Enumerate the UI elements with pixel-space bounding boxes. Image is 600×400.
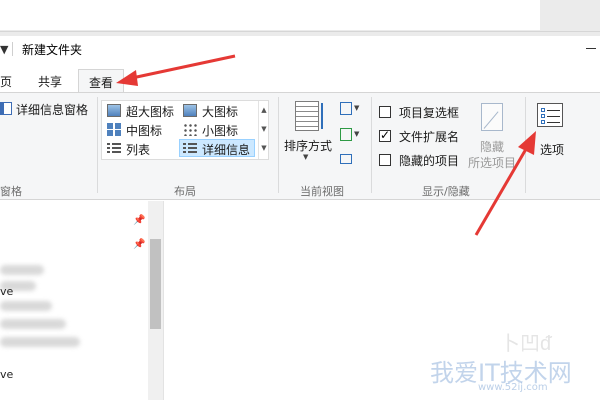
details-pane-label: 详细信息窗格 [16,103,89,117]
background-window-content [0,0,540,30]
layout-extra-large-icons[interactable]: 超大图标 [104,102,178,120]
watermark: 卜凹ᵭ 我爱IT技术网 www.52ij.com [380,325,600,400]
minimize-icon [586,48,596,49]
scroll-up-icon[interactable]: ▲ [259,101,269,120]
layout-large-icons[interactable]: 大图标 [180,102,254,120]
blurred-item [0,265,44,275]
chevron-down-icon: ▼ [303,153,309,161]
minimize-button[interactable] [584,41,600,55]
large-icons-icon [183,104,197,117]
watermark-text: 我爱IT技术网 [430,359,572,387]
group-by-button[interactable]: ▼ [340,101,362,117]
options-button[interactable]: 选项 [530,101,570,157]
hide-selected-button[interactable]: 隐藏 所选项目 [466,101,520,171]
sort-by-label: 排序方式 [284,139,333,153]
tab-home[interactable]: 页 [0,69,12,93]
chevron-down-icon: ▼ [354,104,360,112]
details-icon [183,142,197,155]
title-separator [12,42,13,56]
blurred-item [0,337,80,347]
title-bar: ▼ 新建文件夹 [0,36,600,64]
checkbox[interactable] [379,106,391,118]
hide-selected-label-2: 所选项目 [468,156,517,170]
layout-small-icons[interactable]: 小图标 [180,121,254,139]
layout-details[interactable]: 详细信息 [179,139,255,157]
pane-group-label: 窗格 [0,185,22,198]
size-columns-icon [340,154,352,164]
group-separator [371,97,372,193]
details-pane-icon [0,102,12,115]
group-separator [97,97,98,193]
add-columns-button[interactable]: ▼ [340,127,362,143]
ribbon-tabs: 页 共享 查看 [0,64,600,93]
list-icon [107,142,121,155]
quick-access-dropdown[interactable]: ▼ [0,43,8,56]
watermark-url: www.52ij.com [478,382,548,393]
hide-selected-icon [481,103,503,131]
current-view-group-label: 当前视图 [300,185,344,198]
watermark-logo: 卜凹ᵭ [500,331,552,355]
pin-icon[interactable]: 📌 [133,215,145,226]
layout-group-label: 布局 [174,185,196,198]
layout-gallery: 超大图标 大图标 中图标 小图标 列表 详细信息 ▲ ▼ ▼ [101,100,269,160]
checkbox[interactable] [379,154,391,166]
options-label: 选项 [540,143,565,157]
scrollbar-thumb[interactable] [150,239,161,329]
add-columns-icon [340,128,352,141]
layout-item-label: 超大图标 [126,105,175,119]
ribbon: 详细信息窗格 窗格 超大图标 大图标 中图标 小图标 列表 详细信息 ▲ ▼ ▼… [0,92,600,200]
blurred-item [0,319,66,329]
layout-item-label: 列表 [126,143,151,157]
small-icons-icon [183,123,197,136]
scroll-down-icon[interactable]: ▼ [259,120,269,139]
gallery-scroller[interactable]: ▲ ▼ ▼ [258,101,269,159]
checkbox-label: 文件扩展名 [399,130,460,144]
size-columns-button[interactable] [340,151,362,167]
sort-arrow-icon [321,103,323,129]
sort-icon [295,101,319,131]
nav-item-text[interactable]: ve [0,368,13,381]
layout-item-label: 小图标 [202,124,239,138]
layout-item-label: 大图标 [202,105,239,119]
window-title: 新建文件夹 [22,43,83,57]
group-by-icon [340,102,352,115]
blurred-item [0,301,52,311]
divider [0,31,600,32]
layout-item-label: 中图标 [126,124,163,138]
checkbox-label: 隐藏的项目 [399,154,460,168]
layout-list[interactable]: 列表 [104,140,178,158]
nav-scrollbar[interactable] [148,201,163,400]
navigation-pane: 📌 📌 ve ve [0,201,164,400]
pin-icon[interactable]: 📌 [133,239,145,250]
medium-icons-icon [107,123,121,136]
checkbox-label: 项目复选框 [399,106,460,120]
hide-selected-label: 隐藏 [480,140,505,154]
background-window [0,0,600,36]
extra-large-icons-icon [107,104,121,117]
layout-medium-icons[interactable]: 中图标 [104,121,178,139]
expand-gallery-icon[interactable]: ▼ [259,139,269,158]
group-separator [525,97,526,193]
tab-view[interactable]: 查看 [78,69,124,93]
options-icon [537,103,563,127]
sort-by-button[interactable]: 排序方式 ▼ [282,99,338,161]
layout-item-label: 详细信息 [202,143,251,157]
checkbox-checked[interactable] [379,128,391,142]
chevron-down-icon: ▼ [354,130,360,138]
tab-share[interactable]: 共享 [30,69,70,93]
group-separator [278,97,279,193]
nav-item-text[interactable]: ve [0,285,13,298]
show-hide-group-label: 显示/隐藏 [422,185,470,198]
